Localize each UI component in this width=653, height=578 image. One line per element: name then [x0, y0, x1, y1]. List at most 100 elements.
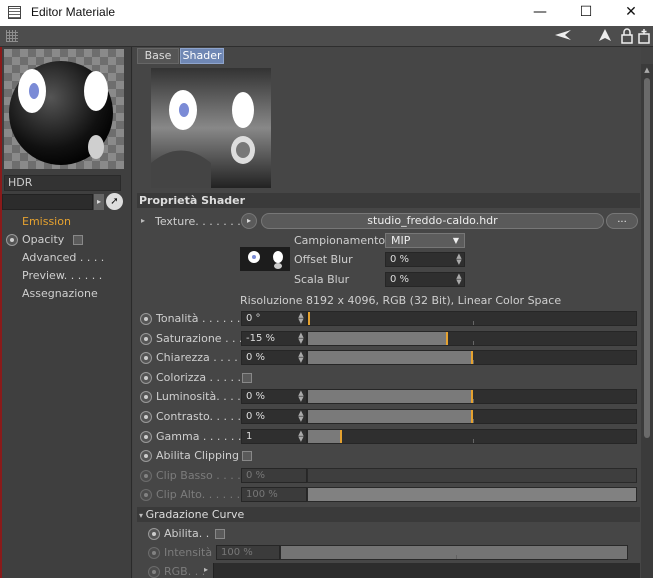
rgb-expand-icon[interactable]: ▸	[204, 565, 208, 574]
section-curves[interactable]: ▾ Gradazione Curve	[137, 507, 640, 522]
slider-fill	[308, 332, 447, 345]
saturation-slider[interactable]	[307, 331, 637, 346]
sampling-label: Campionamento	[294, 234, 386, 247]
contrast-value: 0 %	[246, 411, 266, 422]
curves-intensity-field[interactable]: 100 %	[216, 545, 280, 560]
radio-icon[interactable]	[148, 566, 160, 578]
stepper-icon[interactable]: ▲ ▼	[298, 312, 304, 325]
slider-handle[interactable]	[340, 430, 342, 443]
curves-intensity-slider[interactable]	[280, 545, 628, 560]
gamma-value: 1	[246, 431, 253, 442]
slider-fill	[308, 488, 636, 501]
clip-low-value: 0 %	[246, 470, 266, 481]
clip-high-slider[interactable]	[307, 487, 637, 502]
slider-tick	[473, 341, 474, 345]
clip-high-field[interactable]: 100 %	[241, 487, 307, 502]
channel-opacity[interactable]: Opacity	[22, 233, 64, 246]
saturation-field[interactable]: -15 % ▲ ▼	[241, 331, 307, 346]
slider-handle[interactable]	[308, 312, 310, 325]
lock-icon[interactable]	[620, 28, 634, 45]
lightness-field[interactable]: 0 % ▲ ▼	[241, 350, 307, 365]
minimize-button[interactable]: —	[517, 0, 563, 26]
chevron-down-icon: ▼	[452, 236, 459, 245]
brightness-field[interactable]: 0 % ▲ ▼	[241, 389, 307, 404]
new-window-icon[interactable]	[637, 28, 651, 45]
stepper-icon[interactable]: ▲ ▼	[298, 430, 304, 443]
material-preview[interactable]	[4, 49, 124, 169]
radio-icon[interactable]	[140, 411, 152, 423]
cursor-icon[interactable]	[598, 28, 612, 45]
radio-icon[interactable]	[140, 372, 152, 384]
maximize-button[interactable]: ☐	[563, 0, 609, 26]
opacity-radio-icon[interactable]	[6, 234, 18, 246]
texture-more-button[interactable]: ...	[606, 213, 638, 229]
brightness-slider[interactable]	[307, 389, 637, 404]
slider-tick	[456, 555, 457, 559]
section-shader-properties[interactable]: Proprietà Shader	[137, 193, 640, 208]
scroll-up-icon[interactable]: ▲	[641, 66, 653, 74]
clip-low-label: Clip Basso . . . . .	[156, 469, 248, 482]
hue-slider[interactable]	[307, 311, 637, 326]
radio-icon[interactable]	[140, 450, 152, 462]
grip-icon[interactable]	[6, 30, 18, 42]
radio-icon[interactable]	[140, 470, 152, 482]
close-button[interactable]: ✕	[608, 0, 653, 26]
radio-icon[interactable]	[140, 352, 152, 364]
hue-field[interactable]: 0 ° ▲ ▼	[241, 311, 307, 326]
radio-icon[interactable]	[140, 333, 152, 345]
curve-graph[interactable]	[213, 563, 640, 578]
search-input[interactable]	[2, 194, 93, 210]
texture-play-icon[interactable]: ▸	[241, 213, 257, 229]
radio-icon[interactable]	[148, 528, 160, 540]
enable-clipping-label: Abilita Clipping	[156, 449, 239, 462]
channel-emission[interactable]: Emission	[22, 215, 71, 228]
sampling-value: MIP	[391, 234, 411, 247]
stepper-icon[interactable]: ▲ ▼	[298, 410, 304, 423]
colorize-checkbox[interactable]	[242, 373, 252, 383]
shader-preview[interactable]	[151, 68, 271, 188]
contrast-slider[interactable]	[307, 409, 637, 424]
enable-clipping-checkbox[interactable]	[242, 451, 252, 461]
sampling-dropdown[interactable]: MIP ▼	[385, 233, 465, 248]
channel-advanced[interactable]: Advanced . . . .	[22, 251, 104, 264]
offset-blur-field[interactable]: 0 % ▲ ▼	[385, 252, 465, 267]
radio-icon[interactable]	[140, 431, 152, 443]
texture-expand-icon[interactable]: ▸	[141, 216, 145, 225]
stepper-icon[interactable]: ▲ ▼	[298, 332, 304, 345]
curves-enable-checkbox[interactable]	[215, 529, 225, 539]
clip-low-field[interactable]: 0 %	[241, 468, 307, 483]
stepper-icon[interactable]: ▲ ▼	[298, 390, 304, 403]
lightness-slider[interactable]	[307, 350, 637, 365]
offset-blur-value: 0 %	[390, 254, 410, 265]
slider-handle[interactable]	[446, 332, 448, 345]
gamma-field[interactable]: 1 ▲ ▼	[241, 429, 307, 444]
saturation-label: Saturazione . . .	[156, 332, 243, 345]
scrollbar[interactable]: ▲	[641, 64, 653, 578]
stepper-icon[interactable]: ▲ ▼	[456, 253, 462, 266]
channel-assignment[interactable]: Assegnazione	[22, 287, 98, 300]
clip-low-slider[interactable]	[307, 468, 637, 483]
window-title: Editor Materiale	[31, 5, 116, 19]
radio-icon[interactable]	[140, 489, 152, 501]
channel-preview[interactable]: Preview. . . . . .	[22, 269, 102, 282]
radio-icon[interactable]	[140, 391, 152, 403]
slider-fill	[308, 410, 472, 423]
back-arrow-icon[interactable]	[553, 28, 573, 45]
slider-fill	[308, 351, 472, 364]
opacity-checkbox[interactable]	[73, 235, 83, 245]
material-name[interactable]: HDR	[4, 175, 121, 191]
scale-blur-field[interactable]: 0 % ▲ ▼	[385, 272, 465, 287]
scrollbar-thumb[interactable]	[644, 78, 650, 438]
offset-blur-label: Offset Blur	[294, 253, 353, 266]
tab-shader[interactable]: Shader	[180, 48, 224, 64]
stepper-icon[interactable]: ▲ ▼	[298, 351, 304, 364]
texture-file-button[interactable]: studio_freddo-caldo.hdr	[261, 213, 604, 229]
cursor-picker-icon[interactable]: ➚	[106, 193, 123, 210]
gamma-slider[interactable]	[307, 429, 637, 444]
radio-icon[interactable]	[148, 547, 160, 559]
search-arrow-icon[interactable]: ▸	[94, 194, 104, 210]
stepper-icon[interactable]: ▲ ▼	[456, 273, 462, 286]
radio-icon[interactable]	[140, 313, 152, 325]
contrast-field[interactable]: 0 % ▲ ▼	[241, 409, 307, 424]
tab-base[interactable]: Base	[137, 48, 179, 64]
